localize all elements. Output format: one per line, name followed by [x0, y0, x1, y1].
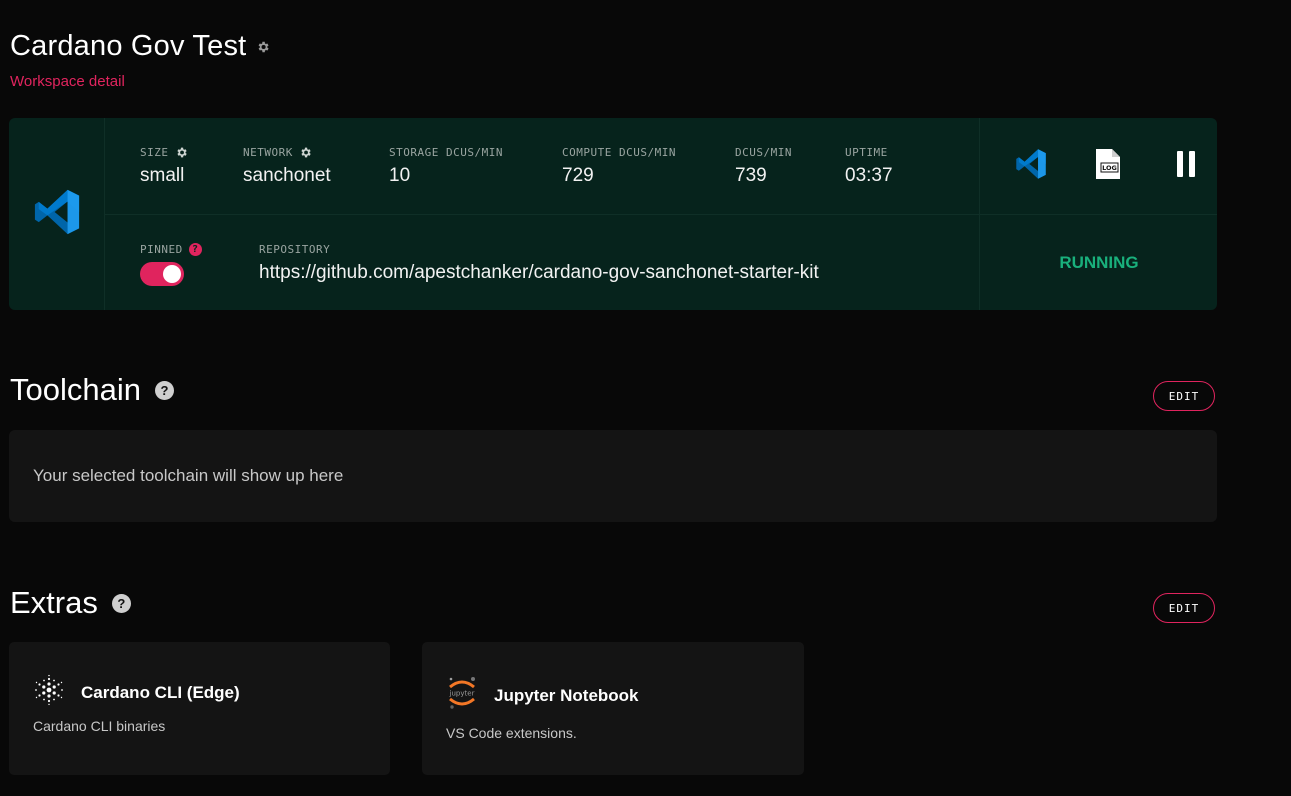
stat-value: 739	[735, 165, 767, 186]
help-icon[interactable]: ?	[188, 242, 202, 256]
page-header: Cardano Gov Test	[10, 30, 270, 63]
extra-card-header: jupyter Jupyter Notebook	[446, 675, 639, 716]
workspace-card: SIZE small NETWORK sanchonet STORAGE DCU…	[9, 118, 1217, 310]
jupyter-icon-text: jupyter	[449, 690, 475, 698]
stat-label: SIZE	[140, 145, 169, 159]
help-icon[interactable]: ?	[111, 593, 131, 613]
repository-url[interactable]: https://github.com/apestchanker/cardano-…	[259, 262, 819, 284]
extra-card-jupyter[interactable]: jupyter Jupyter Notebook VS Code extensi…	[422, 642, 804, 775]
extra-name: Jupyter Notebook	[494, 685, 639, 705]
stat-label: COMPUTE DCUS/MIN	[562, 145, 676, 159]
stat-dcus: DCUS/MIN 739	[735, 145, 792, 187]
workspace-stats: SIZE small NETWORK sanchonet STORAGE DCU…	[105, 118, 979, 215]
repository-label: REPOSITORY	[259, 242, 331, 256]
toggle-knob	[163, 265, 181, 283]
log-file-icon: LOG	[1094, 148, 1122, 185]
log-text: LOG	[1102, 164, 1117, 172]
stat-label: UPTIME	[845, 145, 888, 159]
extra-description: Cardano CLI binaries	[33, 718, 166, 734]
extra-description: VS Code extensions.	[446, 725, 577, 741]
logs-button[interactable]: LOG	[1090, 148, 1126, 184]
extra-card-header: Cardano CLI (Edge)	[33, 674, 240, 711]
gear-icon[interactable]	[299, 146, 312, 159]
stat-label: STORAGE DCUS/MIN	[389, 145, 503, 159]
toolchain-panel: Your selected toolchain will show up her…	[9, 430, 1217, 522]
jupyter-icon: jupyter	[446, 675, 478, 716]
extra-card-cardano-cli[interactable]: Cardano CLI (Edge) Cardano CLI binaries	[9, 642, 390, 775]
stat-uptime: UPTIME 03:37	[845, 145, 893, 187]
pinned-label: PINNED	[140, 242, 183, 256]
stat-label: DCUS/MIN	[735, 145, 792, 159]
stat-value: small	[140, 165, 185, 186]
toolchain-edit-button[interactable]: EDIT	[1153, 381, 1215, 411]
toolchain-title: Toolchain	[10, 372, 141, 407]
pinned-control: PINNED ?	[140, 242, 202, 286]
toolchain-empty-text: Your selected toolchain will show up her…	[33, 466, 344, 485]
gear-icon[interactable]	[175, 146, 188, 159]
workspace-logo	[9, 118, 105, 310]
workspace-details: PINNED ? REPOSITORY https://github.com/a…	[105, 215, 979, 310]
workspace-actions: LOG	[980, 118, 1217, 215]
extras-title: Extras	[10, 585, 98, 620]
status-badge: RUNNING	[1059, 253, 1139, 272]
stat-value: sanchonet	[243, 165, 331, 186]
stat-storage: STORAGE DCUS/MIN 10	[389, 145, 503, 187]
pinned-toggle[interactable]	[140, 262, 184, 286]
gear-icon[interactable]	[256, 40, 270, 54]
stat-label: NETWORK	[243, 145, 293, 159]
repository-info: REPOSITORY https://github.com/apestchank…	[259, 242, 819, 284]
extra-name: Cardano CLI (Edge)	[81, 682, 240, 702]
extras-edit-button[interactable]: EDIT	[1153, 593, 1215, 623]
extras-header: Extras ?	[10, 585, 131, 621]
stat-size: SIZE small	[140, 145, 188, 187]
vscode-icon	[1015, 148, 1047, 185]
page-subtitle: Workspace detail	[10, 73, 125, 90]
open-vscode-button[interactable]	[1013, 148, 1049, 184]
stat-value: 10	[389, 165, 411, 186]
cardano-icon	[33, 674, 65, 711]
stat-network: NETWORK sanchonet	[243, 145, 331, 187]
toolchain-header: Toolchain ?	[10, 372, 174, 408]
pause-icon	[1176, 150, 1196, 182]
vscode-icon	[33, 188, 81, 241]
pause-button[interactable]	[1168, 148, 1204, 184]
stat-compute: COMPUTE DCUS/MIN 729	[562, 145, 676, 187]
stat-value: 729	[562, 165, 594, 186]
stat-value: 03:37	[845, 165, 893, 186]
page-title: Cardano Gov Test	[10, 30, 247, 62]
help-icon[interactable]: ?	[154, 380, 174, 400]
workspace-controls: LOG RUNNING	[979, 118, 1217, 310]
